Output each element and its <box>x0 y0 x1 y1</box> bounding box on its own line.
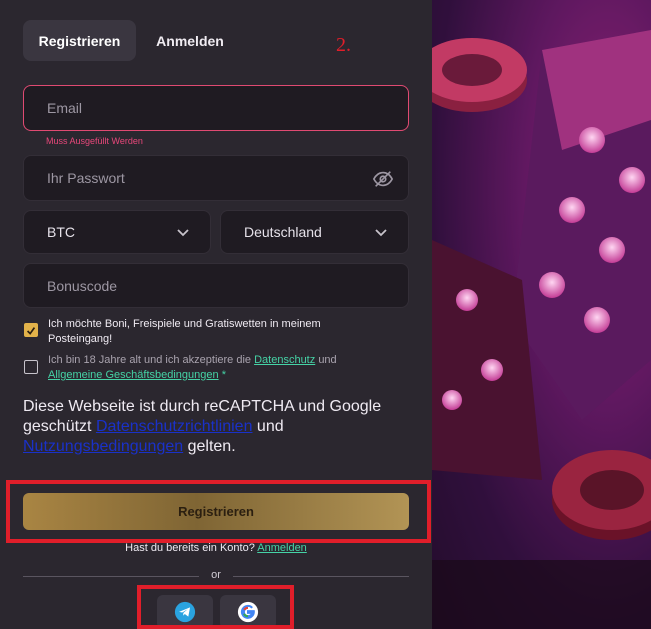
privacy-link[interactable]: Datenschutz <box>254 354 315 366</box>
social-highlight-box <box>137 585 294 629</box>
country-value: Deutschland <box>244 224 322 240</box>
terms-label: Ich bin 18 Jahre alt und ich akzeptiere … <box>48 353 388 383</box>
have-account-line: Hast du bereits ein Konto? Anmelden <box>0 542 432 554</box>
dice-image <box>432 0 651 629</box>
terms-and: und <box>318 354 337 366</box>
password-placeholder: Ihr Passwort <box>47 170 125 186</box>
country-select[interactable]: Deutschland <box>220 210 409 254</box>
recaptcha-terms-link[interactable]: Nutzungsbedingungen <box>23 438 183 455</box>
register-highlight-box <box>6 480 431 543</box>
promo-label: Ich möchte Boni, Freispiele und Gratiswe… <box>48 318 321 345</box>
currency-value: BTC <box>47 224 75 240</box>
currency-select[interactable]: BTC <box>23 210 211 254</box>
recaptcha-notice: Diese Webseite ist durch reCAPTCHA und G… <box>23 397 418 457</box>
chevron-down-icon <box>177 229 189 237</box>
terms-prefix: Ich bin 18 Jahre alt und ich akzeptiere … <box>48 354 252 366</box>
chevron-down-icon <box>375 229 387 237</box>
promo-checkbox[interactable] <box>24 323 38 337</box>
casino-dice-illustration <box>432 0 651 629</box>
check-icon <box>26 327 36 335</box>
email-field[interactable]: Email <box>23 85 409 131</box>
login-link[interactable]: Anmelden <box>257 542 307 554</box>
recaptcha-and: und <box>256 418 284 435</box>
bonus-placeholder: Bonuscode <box>47 277 118 294</box>
recaptcha-apply: gelten. <box>187 438 236 455</box>
terms-link[interactable]: Allgemeine Geschäftsbedingungen <box>48 369 219 381</box>
recaptcha-privacy-link[interactable]: Datenschutzrichtlinien <box>96 418 253 435</box>
password-field[interactable]: Ihr Passwort <box>23 155 409 201</box>
email-error-message: Muss Ausgefüllt Werden <box>46 136 143 146</box>
required-asterisk: * <box>221 369 226 381</box>
have-account-text: Hast du bereits ein Konto? <box>125 542 255 554</box>
email-placeholder: Email <box>47 100 83 116</box>
bonus-code-field[interactable]: Bonuscode <box>23 263 409 308</box>
divider-right <box>233 576 409 577</box>
tab-login[interactable]: Anmelden <box>140 20 240 61</box>
registration-panel: Registrieren Anmelden 2. Email Muss Ausg… <box>0 0 432 629</box>
eye-off-icon[interactable] <box>372 168 394 190</box>
step-annotation: 2. <box>336 34 351 56</box>
or-label: or <box>211 569 221 581</box>
tab-register[interactable]: Registrieren <box>23 20 136 61</box>
terms-checkbox[interactable] <box>24 360 38 374</box>
